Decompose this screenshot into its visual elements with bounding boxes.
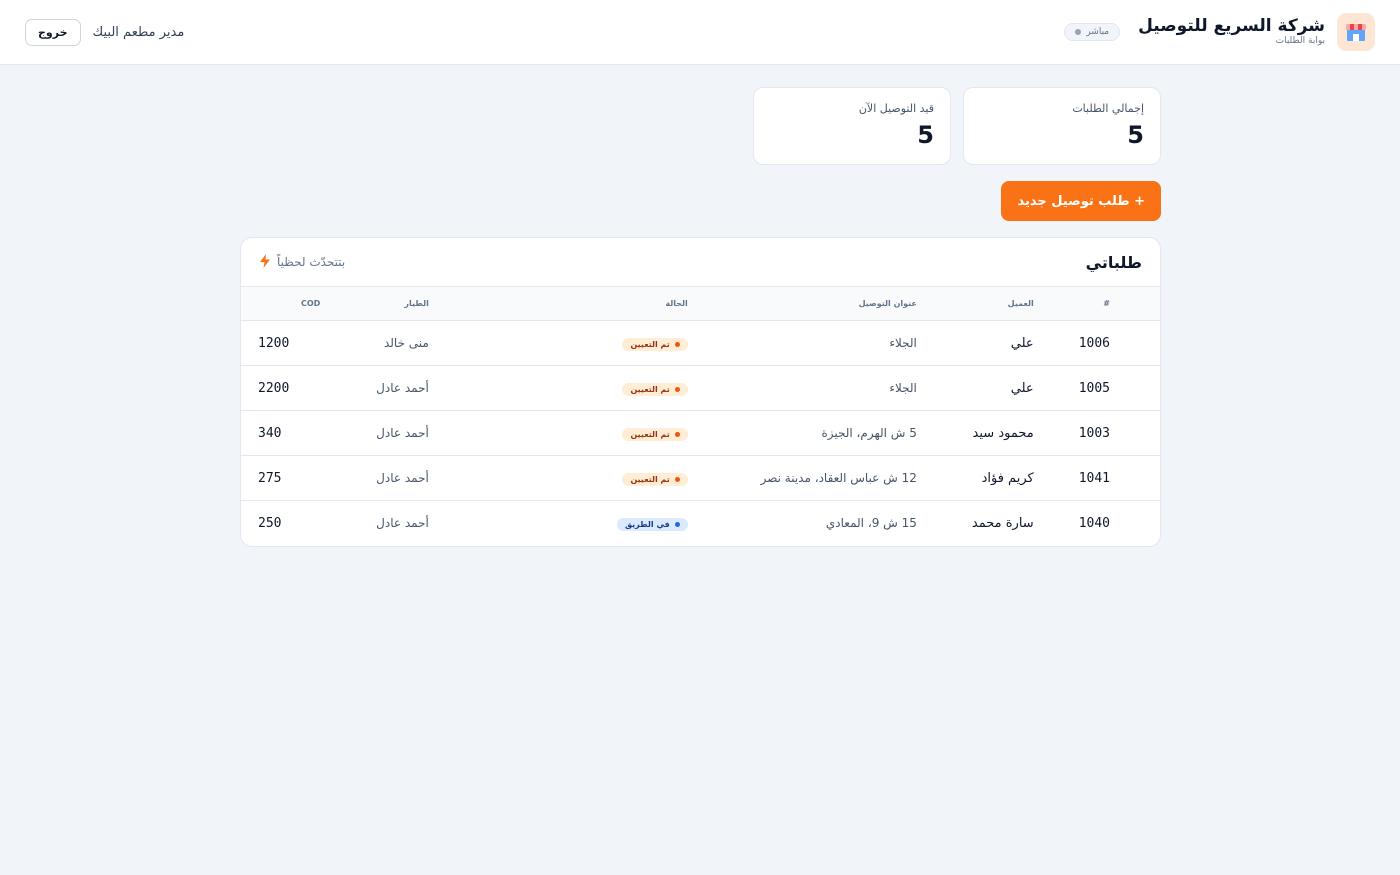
stat-card-total-orders: إجمالي الطلبات 5 [963, 87, 1161, 165]
cod-amount: 2200 [241, 365, 321, 411]
customer-name: علي [916, 365, 1050, 411]
orders-title: طلباتي [1085, 252, 1142, 272]
lightning-icon [259, 253, 271, 271]
live-badge: مباشر [1064, 23, 1121, 41]
driver-name: منى خالد [320, 320, 429, 366]
orders-header: طلباتي بتتحدّث لحظياً [241, 238, 1160, 286]
column-header-driver: الطيار [320, 286, 429, 321]
table-row[interactable]: 1040 سارة محمد 15 ش 9، المعادي في الطريق أحم… [241, 501, 1160, 546]
customer-name: كريم فؤاد [916, 455, 1050, 501]
customer-name: محمود سيد [916, 410, 1050, 456]
delivery-address: 12 ش عباس العقاد، مدينة نصر [687, 455, 917, 501]
stat-label: قيد التوصيل الآن [858, 102, 934, 115]
status-label: في الطريق [624, 519, 670, 529]
status-cell: تم التعيين [428, 320, 688, 366]
status-badge: تم التعيين [622, 472, 688, 486]
orders-table: # العميل عنوان التوصيل الحالة الطيار COD… [241, 286, 1160, 546]
customer-name: سارة محمد [971, 515, 1034, 531]
status-label: تم التعيين [630, 339, 670, 349]
stats-row: إجمالي الطلبات 5 قيد التوصيل الآن 5 [240, 87, 1161, 165]
table-row[interactable]: 1005 علي الجلاء تم التعيين أحمد عادل 2200 [241, 365, 1160, 411]
status-label: تم التعيين [630, 384, 670, 394]
column-header-status: الحالة [428, 286, 688, 321]
brand: شركة السريع للتوصيل بوابة الطلبات مباشر [1064, 13, 1375, 51]
user-name: مدير مطعم البيك [92, 24, 185, 40]
cod-amount: 250 [258, 515, 282, 531]
cod-amount: 1200 [241, 320, 321, 366]
driver-name: أحمد عادل [320, 410, 429, 456]
stat-card-in-delivery: قيد التوصيل الآن 5 [753, 87, 951, 165]
column-header-number: # [1049, 286, 1160, 321]
table-row[interactable]: 1003 محمود سيد 5 ش الهرم، الجيزة تم التعيين… [241, 410, 1160, 456]
orders-table-body: 1006 علي الجلاء تم التعيين منى خالد 1200 1005 ع… [241, 320, 1160, 546]
stat-label: إجمالي الطلبات [1072, 102, 1144, 115]
storefront-icon [1337, 13, 1375, 51]
status-label: تم التعيين [630, 429, 670, 439]
order-number: 1003 [1049, 410, 1160, 456]
live-badge-label: مباشر [1086, 27, 1110, 37]
status-dot-icon [674, 476, 680, 482]
delivery-address: الجلاء [687, 320, 917, 366]
table-header-row: # العميل عنوان التوصيل الحالة الطيار COD [241, 286, 1160, 321]
column-header-address: عنوان التوصيل [687, 286, 917, 321]
brand-title: شركة السريع للتوصيل [1138, 15, 1325, 36]
cod-amount: 340 [241, 410, 321, 456]
driver-name: أحمد عادل [320, 365, 429, 411]
status-cell: في الطريق [429, 501, 688, 546]
status-dot-icon [674, 386, 680, 392]
table-row[interactable]: 1041 كريم فؤاد 12 ش عباس العقاد، مدينة نصر… [241, 455, 1160, 501]
driver-name: أحمد عادل [376, 516, 429, 531]
status-dot-icon [1075, 29, 1082, 35]
status-badge: في الطريق [616, 517, 688, 531]
status-cell: تم التعيين [428, 365, 688, 411]
order-number: 1040 [1078, 515, 1110, 531]
stat-value: 5 [917, 121, 934, 149]
order-number: 1005 [1049, 365, 1160, 411]
logout-button[interactable]: خروج [25, 18, 81, 46]
status-cell: تم التعيين [428, 455, 688, 501]
live-update-indicator: بتتحدّث لحظياً [259, 253, 346, 271]
user-area: مدير مطعم البيك خروج [25, 18, 185, 46]
status-label: تم التعيين [630, 474, 670, 484]
status-dot-icon [674, 341, 680, 347]
top-bar: شركة السريع للتوصيل بوابة الطلبات مباشر … [0, 0, 1400, 65]
customer-name: علي [916, 320, 1050, 366]
driver-name: أحمد عادل [320, 455, 429, 501]
status-dot-icon [674, 521, 680, 527]
order-number: 1006 [1049, 320, 1160, 366]
main-content: إجمالي الطلبات 5 قيد التوصيل الآن 5 + طل… [240, 87, 1161, 547]
status-badge: تم التعيين [622, 337, 688, 351]
delivery-address: 5 ش الهرم، الجيزة [687, 410, 917, 456]
stat-value: 5 [1127, 121, 1144, 149]
order-number: 1041 [1049, 455, 1160, 501]
orders-card: طلباتي بتتحدّث لحظياً # العميل عنوان الت… [240, 237, 1161, 547]
status-dot-icon [674, 431, 680, 437]
status-cell: تم التعيين [428, 410, 688, 456]
status-badge: تم التعيين [622, 427, 688, 441]
brand-subtitle: بوابة الطلبات [1275, 36, 1325, 47]
table-row[interactable]: 1006 علي الجلاء تم التعيين منى خالد 1200 [241, 320, 1160, 366]
column-header-cod: COD [241, 286, 321, 321]
cod-amount: 275 [241, 455, 321, 501]
delivery-address: 15 ش 9، المعادي [825, 516, 917, 531]
new-order-button[interactable]: + طلب توصيل جديد [1001, 181, 1161, 221]
live-update-label: بتتحدّث لحظياً [277, 255, 346, 269]
delivery-address: الجلاء [687, 365, 917, 411]
column-header-customer: العميل [916, 286, 1050, 321]
status-badge: تم التعيين [622, 382, 688, 396]
